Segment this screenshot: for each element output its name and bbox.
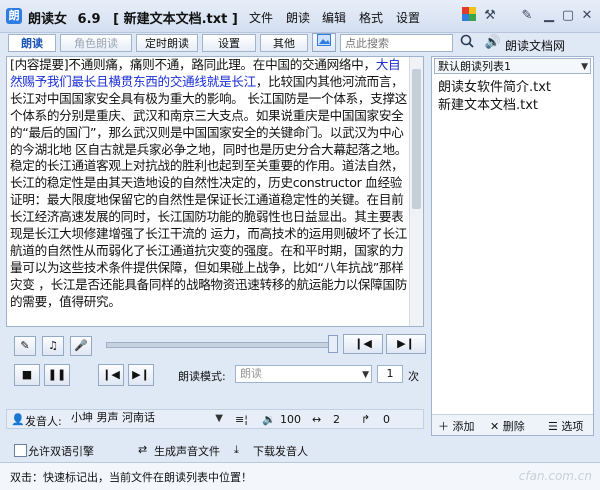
search-box [340, 34, 455, 52]
playlist-panel: 默认朗读列表1 ▼ 朗读女软件简介.txt 新建文本文档.txt ＋ 添加 ✕ … [431, 56, 594, 436]
speed-icon[interactable]: ↔ [312, 413, 321, 426]
app-name: 朗读女 [28, 12, 68, 27]
repeat-count-input[interactable]: 1 [377, 365, 403, 383]
next-paragraph-button[interactable]: ▶❙ [128, 364, 154, 386]
menu-format[interactable]: 格式 [359, 9, 383, 26]
speed-value[interactable]: 2 [333, 413, 340, 426]
speaker-label: 发音人: [25, 415, 62, 428]
read-mode-select[interactable]: 朗读 ▼ [235, 365, 372, 383]
next-sentence-button[interactable]: ▶❙ [386, 334, 426, 354]
chevron-down-icon: ▼ [362, 370, 369, 380]
app-logo-icon: 朗 [6, 8, 22, 24]
search-icon[interactable] [458, 34, 476, 52]
maximize-icon[interactable]: ▢ [559, 7, 577, 25]
bilingual-label[interactable]: 允许双语引擎 [28, 443, 94, 459]
microphone-icon[interactable]: 🎤 [70, 336, 92, 356]
pause-button[interactable]: ❚❚ [44, 364, 70, 386]
speaker-value: 小坤 男声 河南话 [71, 411, 155, 424]
add-button[interactable]: ＋ 添加 [438, 418, 475, 434]
generate-audio-button[interactable]: 生成声音文件 [154, 443, 220, 459]
editor-text-rest: ，比较国内其他河流而言，长江对中国国家安全具有极为重大的影响。 长江国防是一个体… [10, 73, 408, 309]
previous-paragraph-button[interactable]: ❙◀ [98, 364, 124, 386]
status-bar: 双击：快速标记出，当前文件在朗读列表中位置！ [0, 462, 600, 490]
text-editor[interactable]: [内容提要]不通则痛，痛则不通，路同此理。在中国的交通网络中，大自然赐予我们最长… [6, 56, 424, 327]
download-speaker-button[interactable]: 下载发音人 [253, 443, 308, 459]
list-item[interactable]: 新建文本文档.txt [438, 94, 538, 113]
download-icon[interactable]: ⤓ [234, 443, 239, 457]
speaker-icon: 🔊 [484, 35, 502, 50]
minimize-icon[interactable]: ▁ [540, 7, 558, 25]
skin-icon[interactable] [460, 7, 478, 25]
pitch-value[interactable]: 0 [383, 413, 390, 426]
menu-file[interactable]: 文件 [249, 9, 273, 26]
previous-sentence-button[interactable]: ❙◀ [343, 334, 383, 354]
bilingual-checkbox[interactable] [14, 444, 27, 457]
playlist-toolbar: ＋ 添加 ✕ 删除 ☰ 选项 [432, 414, 593, 435]
tab-read[interactable]: 朗读 [8, 34, 56, 52]
speaker-select[interactable]: 小坤 男声 河南话 ▼ [67, 410, 225, 428]
pitch-icon[interactable]: ↱ [361, 413, 370, 426]
tab-other[interactable]: 其他 [260, 34, 308, 52]
tools-icon[interactable]: ⚒ [481, 7, 499, 25]
repeat-unit-label: 次 [408, 370, 419, 383]
options-button[interactable]: ☰ 选项 [548, 418, 583, 434]
chevron-down-icon: ▼ [581, 62, 588, 72]
picture-icon [317, 34, 331, 46]
read-mode-label: 朗读模式: [178, 370, 226, 383]
document-name: [ 新建文本文档.txt ] [113, 12, 238, 27]
net-link[interactable]: 朗读文档网 [505, 37, 565, 54]
editor-text-prefix: [内容提要]不通则痛，痛则不通，路同此理。在中国的交通网络中， [10, 57, 376, 72]
image-dropdown-button[interactable] [312, 33, 336, 52]
tab-role-read[interactable]: 角色朗读 [60, 34, 132, 52]
editor-scrollbar[interactable] [409, 57, 423, 326]
title-bar: 朗 朗读女 6.9 [ 新建文本文档.txt ] 文件 朗读 编辑 格式 设置 … [0, 0, 600, 33]
watermark: cfan.com.cn [518, 469, 592, 483]
volume-value[interactable]: 100 [280, 413, 301, 426]
tab-timed-read[interactable]: 定时朗读 [136, 34, 198, 52]
stop-button[interactable]: ■ [14, 364, 40, 386]
music-note-icon[interactable]: ♫ [42, 336, 64, 356]
generate-audio-icon[interactable]: ⇄ [138, 443, 147, 456]
text-edit-icon[interactable]: ✎ [14, 336, 36, 356]
menu-settings[interactable]: 设置 [396, 9, 420, 26]
progress-slider[interactable] [106, 342, 330, 348]
speaker-person-icon: 👤 [11, 413, 25, 426]
options-bar: 允许双语引擎 ⇄ 生成声音文件 ⤓ 下载发音人 [6, 440, 424, 460]
voice-bar: 👤 发音人: 小坤 男声 河南话 ▼ ≡¦ 🔉 100 ↔ 2 ↱ 0 [6, 409, 424, 429]
tab-bar: 朗读 角色朗读 定时朗读 设置 其他 🔊 朗读文档网 [0, 33, 600, 55]
tab-settings[interactable]: 设置 [202, 34, 256, 52]
window-title: 朗读女 6.9 [ 新建文本文档.txt ] [28, 8, 238, 27]
menu-edit[interactable]: 编辑 [322, 9, 346, 26]
playlist-name: 默认朗读列表1 [438, 60, 511, 73]
read-mode-value: 朗读 [240, 367, 262, 380]
volume-icon[interactable]: 🔉 [262, 413, 276, 426]
chevron-down-icon: ▼ [215, 413, 223, 424]
scrollbar-thumb[interactable] [412, 69, 421, 209]
language-icon[interactable]: ≡¦ [235, 413, 248, 426]
playlist-select[interactable]: 默认朗读列表1 ▼ [434, 58, 591, 74]
app-version: 6.9 [77, 12, 101, 27]
status-text: 双击：快速标记出，当前文件在朗读列表中位置！ [10, 471, 252, 484]
progress-slider-knob[interactable] [328, 335, 338, 353]
pin-icon[interactable]: ✎ [518, 7, 536, 25]
list-item[interactable]: 朗读女软件简介.txt [438, 76, 551, 95]
close-icon[interactable]: ✕ [578, 7, 596, 25]
delete-button[interactable]: ✕ 删除 [490, 418, 525, 434]
menu-read[interactable]: 朗读 [286, 9, 310, 26]
search-input[interactable] [341, 35, 455, 51]
editor-content[interactable]: [内容提要]不通则痛，痛则不通，路同此理。在中国的交通网络中，大自然赐予我们最长… [10, 57, 409, 326]
